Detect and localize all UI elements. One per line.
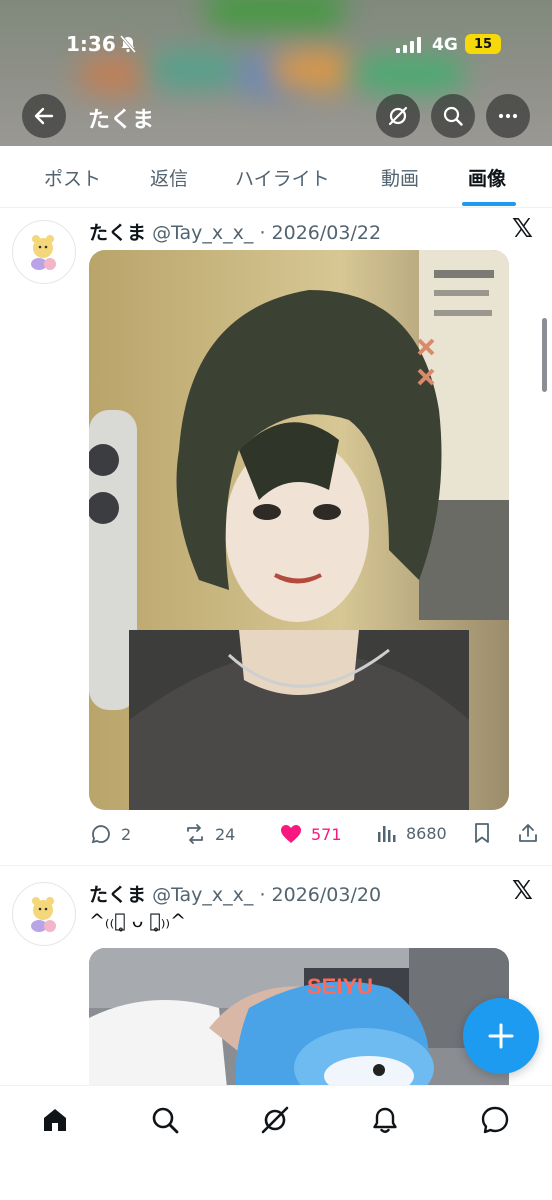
post-photo[interactable]: SEIYU bbox=[89, 948, 509, 1085]
views-icon bbox=[378, 826, 396, 842]
signal-icon bbox=[396, 37, 421, 53]
post-date[interactable]: 2026/03/20 bbox=[272, 884, 382, 906]
avatar-illustration-icon bbox=[31, 897, 56, 932]
nav-messages[interactable] bbox=[475, 1100, 515, 1140]
author-name[interactable]: たくま bbox=[89, 222, 146, 244]
battery-level: 15 bbox=[473, 36, 493, 52]
tab-posts[interactable]: ポスト bbox=[44, 164, 101, 191]
x-logo-icon: 𝕏 bbox=[512, 876, 533, 906]
nav-home[interactable] bbox=[35, 1100, 75, 1140]
nav-grok[interactable] bbox=[255, 1100, 295, 1140]
repost-count: 24 bbox=[215, 824, 236, 844]
avatar[interactable] bbox=[12, 220, 76, 284]
back-button[interactable] bbox=[22, 94, 66, 138]
repost-icon bbox=[187, 824, 203, 844]
separator-dot: · bbox=[253, 884, 272, 906]
separator-dot: · bbox=[253, 222, 272, 244]
bottom-navigation bbox=[0, 1085, 552, 1200]
more-button[interactable] bbox=[486, 94, 530, 138]
messages-icon bbox=[481, 1106, 509, 1134]
profile-header: 1:36 4G 15 たくま bbox=[0, 0, 552, 146]
like-count: 571 bbox=[311, 824, 342, 844]
selfie-photo bbox=[89, 250, 509, 810]
post-actions: 2 24 571 8680 bbox=[89, 822, 544, 852]
search-icon bbox=[443, 106, 463, 126]
views-button[interactable]: 8680 bbox=[376, 822, 447, 844]
search-icon bbox=[152, 1107, 179, 1134]
post-text: ^₍₍ꈍ̥ ᴗ ꈍ̥₎₎^ bbox=[89, 910, 187, 932]
grok-icon bbox=[261, 1106, 289, 1134]
reply-count: 2 bbox=[121, 824, 132, 844]
status-time: 1:36 bbox=[66, 32, 116, 56]
tab-highlights[interactable]: ハイライト bbox=[235, 164, 330, 191]
plush-photo bbox=[89, 948, 509, 1085]
repost-button[interactable]: 24 bbox=[183, 822, 235, 846]
post-photo[interactable] bbox=[89, 250, 509, 810]
tab-media[interactable]: 画像 bbox=[468, 164, 506, 191]
x-logo-icon: 𝕏 bbox=[512, 214, 533, 244]
reply-button[interactable]: 2 bbox=[89, 822, 131, 846]
more-icon bbox=[498, 113, 518, 119]
nav-notifications[interactable] bbox=[365, 1100, 405, 1140]
tab-videos[interactable]: 動画 bbox=[381, 164, 419, 191]
network-type: 4G bbox=[432, 35, 458, 55]
share-button[interactable] bbox=[517, 822, 539, 844]
profile-tabs: ポスト 返信 ハイライト 動画 画像 bbox=[0, 146, 552, 208]
author-handle[interactable]: @Tay_x_x_ bbox=[152, 884, 253, 906]
scrollbar[interactable] bbox=[542, 318, 547, 392]
post-header: たくま @Tay_x_x_ · 2026/03/20 bbox=[89, 880, 381, 907]
compose-button[interactable] bbox=[463, 998, 539, 1074]
post-header: たくま @Tay_x_x_ · 2026/03/22 bbox=[89, 218, 381, 245]
grok-icon bbox=[388, 106, 408, 126]
tab-replies[interactable]: 返信 bbox=[150, 164, 188, 191]
store-sign-text: SEIYU bbox=[307, 974, 374, 999]
view-count: 8680 bbox=[406, 823, 447, 843]
reply-icon bbox=[91, 825, 110, 844]
like-button[interactable]: 571 bbox=[279, 822, 342, 846]
heart-icon bbox=[281, 825, 301, 843]
nav-search[interactable] bbox=[145, 1100, 185, 1140]
notifications-icon bbox=[373, 1107, 397, 1133]
avatar[interactable] bbox=[12, 882, 76, 946]
post-date[interactable]: 2026/03/22 bbox=[272, 222, 382, 244]
battery-indicator: 15 bbox=[465, 34, 501, 54]
share-icon bbox=[519, 824, 537, 842]
search-button[interactable] bbox=[431, 94, 475, 138]
bookmark-icon bbox=[475, 823, 489, 843]
post-1[interactable]: たくま @Tay_x_x_ · 2026/03/22 𝕏 2 24 571 86… bbox=[0, 208, 552, 866]
grok-button[interactable] bbox=[376, 94, 420, 138]
author-handle[interactable]: @Tay_x_x_ bbox=[152, 222, 253, 244]
back-arrow-icon bbox=[34, 107, 54, 125]
plus-icon bbox=[488, 1023, 514, 1049]
home-icon bbox=[44, 1109, 66, 1131]
profile-title: たくま bbox=[88, 108, 155, 133]
avatar-illustration-icon bbox=[31, 235, 56, 270]
active-tab-indicator bbox=[462, 202, 516, 206]
silent-bell-icon bbox=[119, 35, 137, 53]
author-name[interactable]: たくま bbox=[89, 884, 146, 906]
bookmark-button[interactable] bbox=[471, 822, 493, 844]
